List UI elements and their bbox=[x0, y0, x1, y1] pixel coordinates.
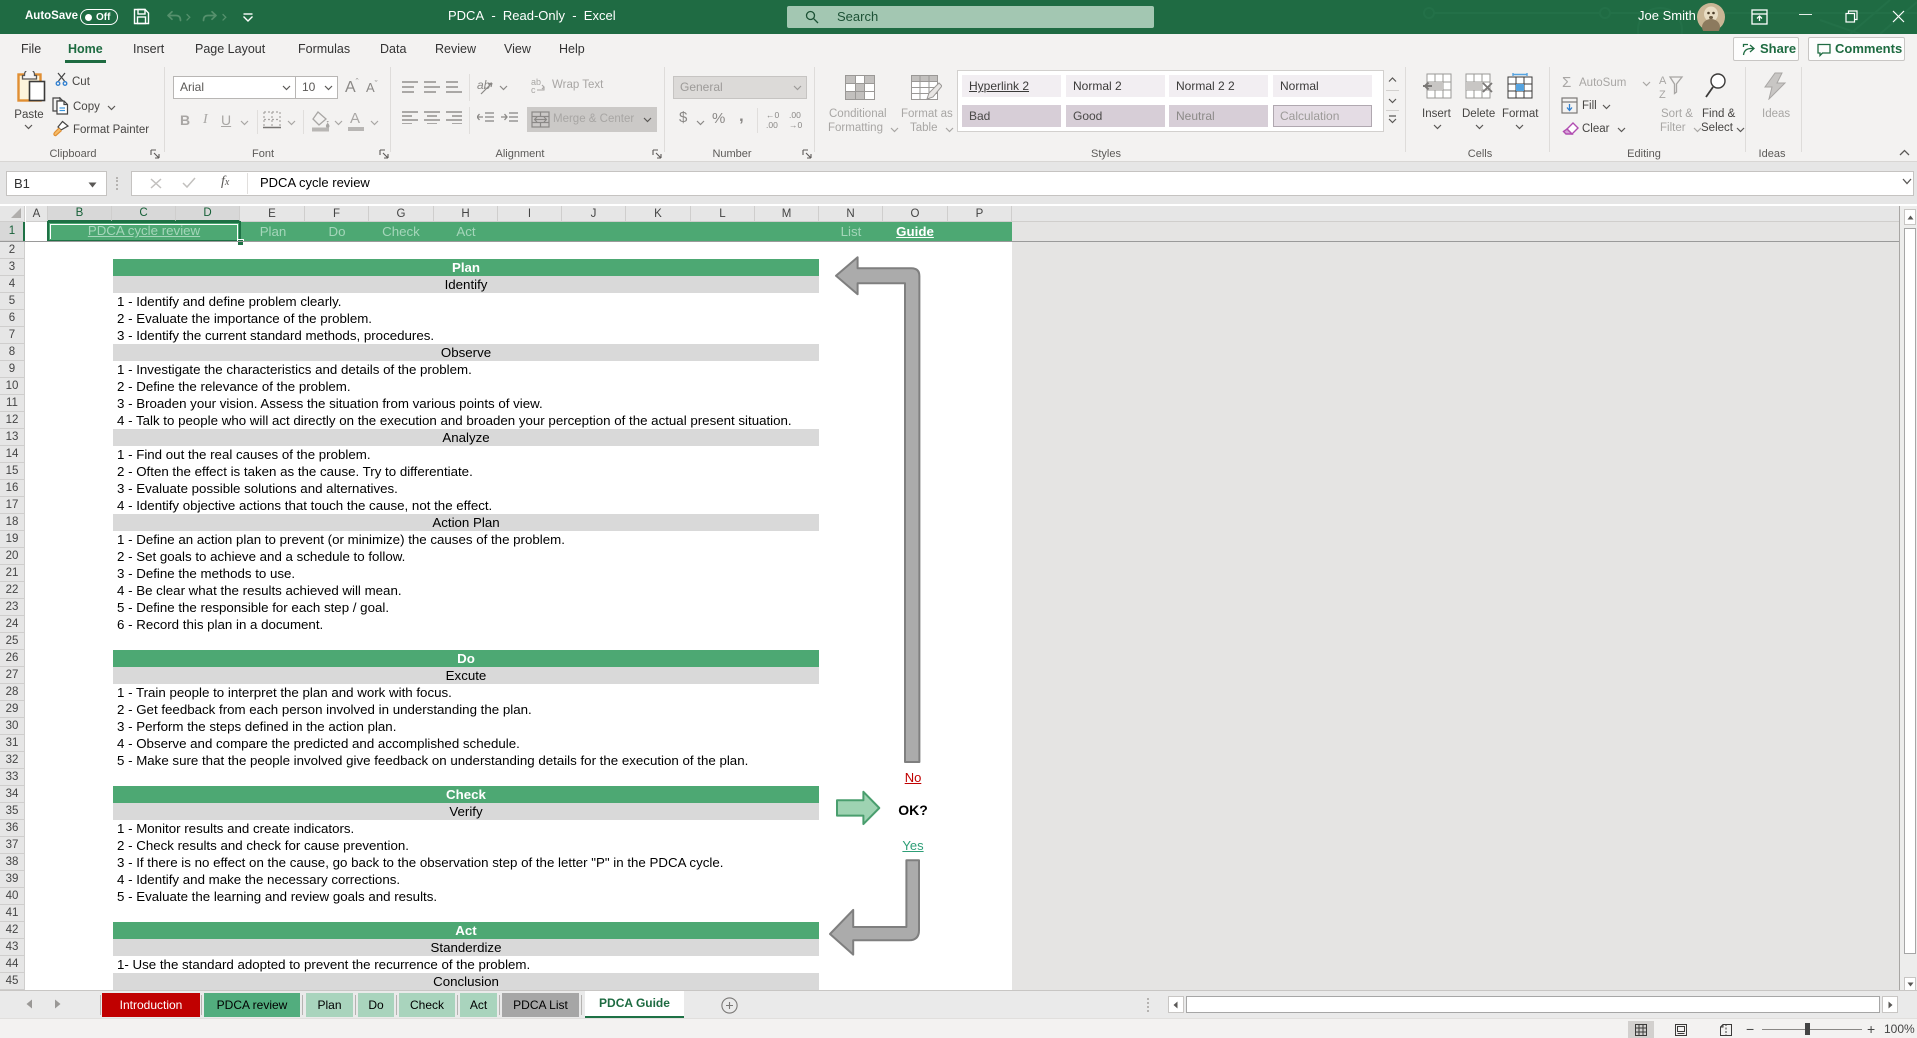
svg-text:c: c bbox=[531, 85, 536, 94]
svg-text:A: A bbox=[1659, 75, 1667, 87]
svg-text:ab: ab bbox=[477, 78, 491, 92]
svg-text:Z: Z bbox=[1659, 89, 1666, 99]
